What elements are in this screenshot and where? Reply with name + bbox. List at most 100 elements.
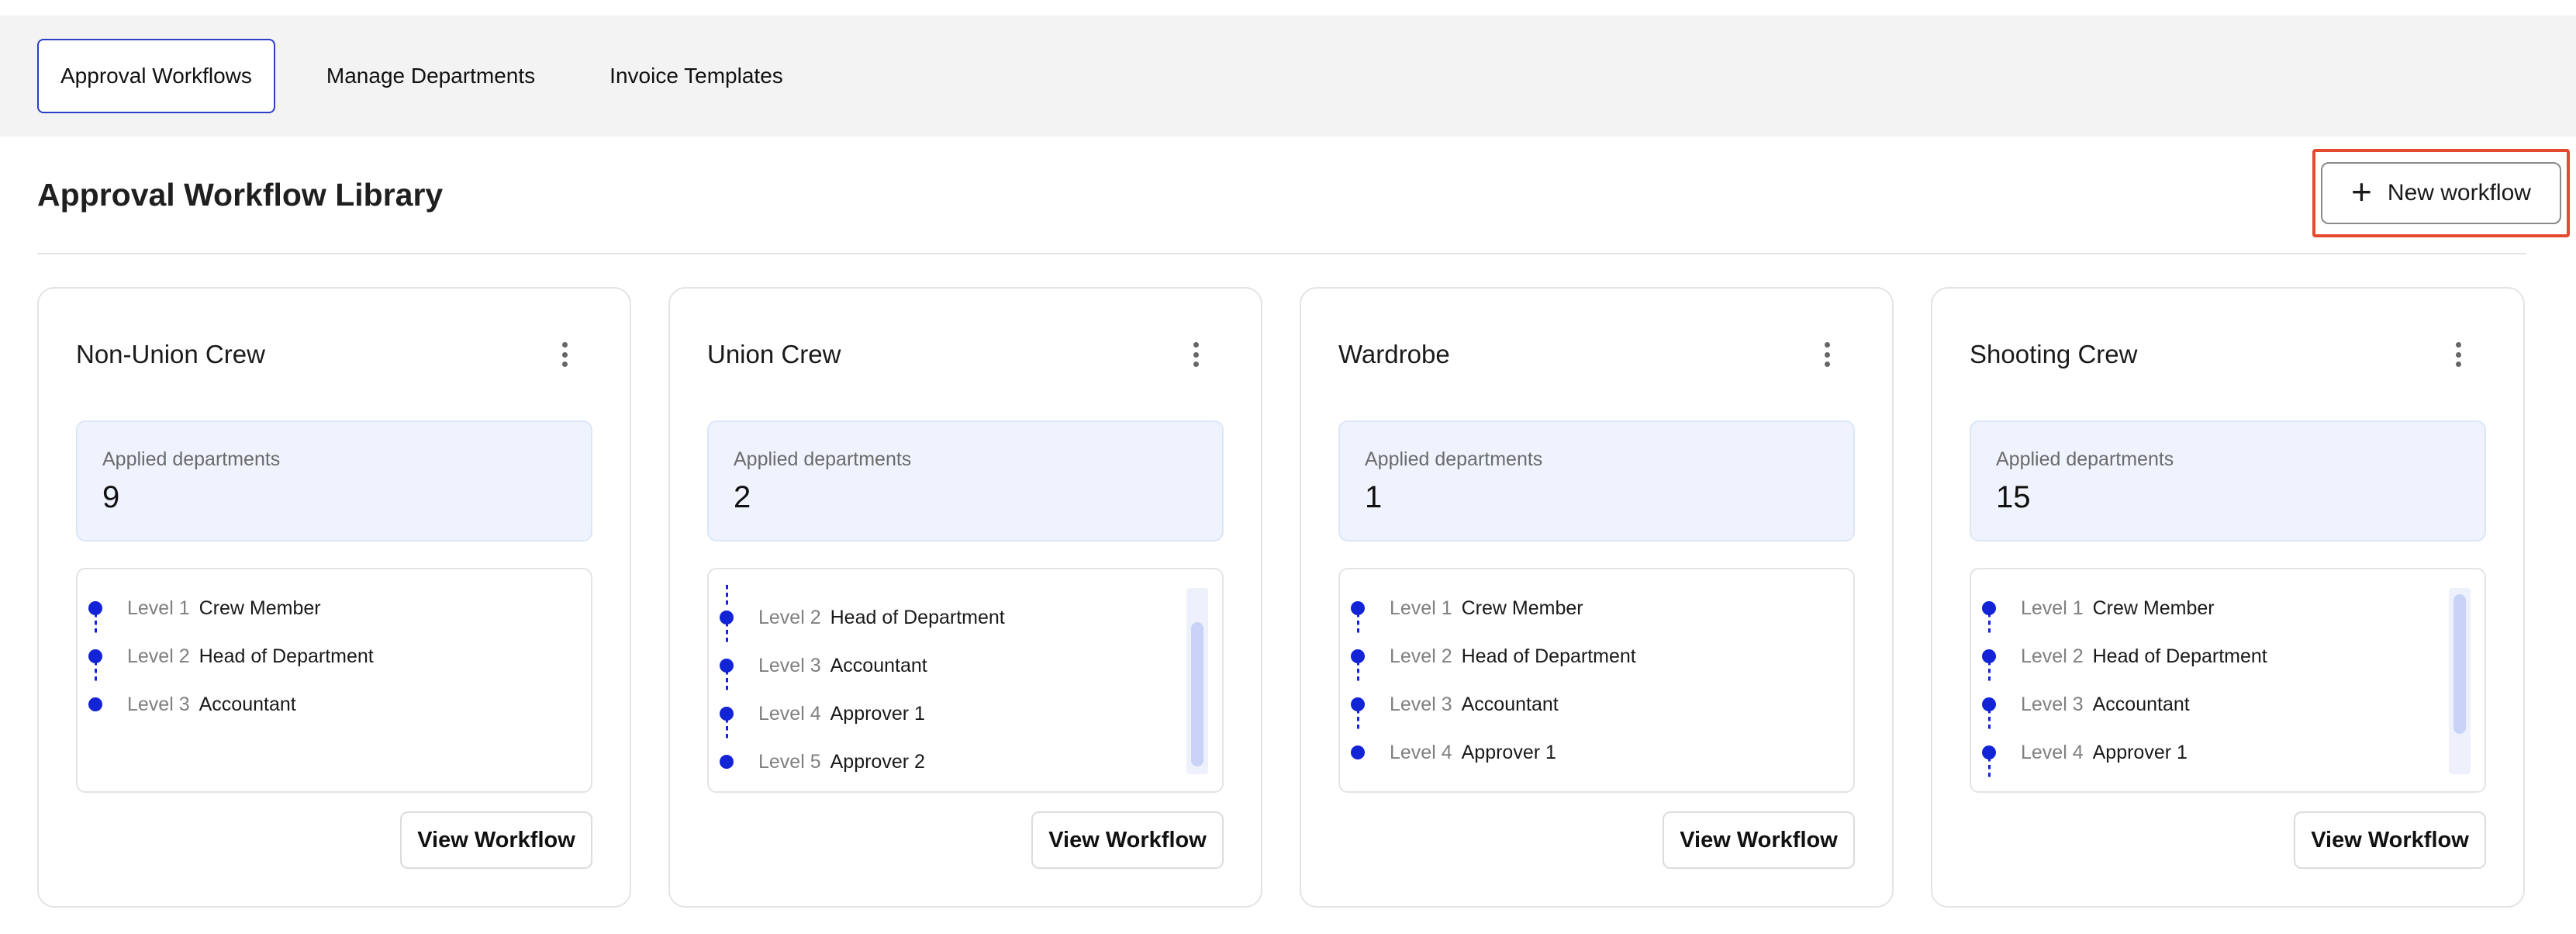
level-dot-icon	[1351, 649, 1365, 663]
view-workflow-button[interactable]: View Workflow	[1663, 811, 1855, 869]
page-title: Approval Workflow Library	[37, 176, 444, 213]
new-workflow-highlight: + New workflow	[2312, 149, 2570, 237]
level-dot-icon	[720, 707, 734, 721]
applied-departments-label: Applied departments	[1365, 448, 1543, 470]
level-dot-icon	[1982, 649, 1996, 663]
tab-manage-departments[interactable]: Manage Departments	[303, 39, 558, 113]
applied-departments-count: 2	[734, 480, 751, 514]
levels-list[interactable]: Level 2 Head of Department Level 3 Accou…	[707, 568, 1224, 793]
scrollbar-thumb[interactable]	[1191, 622, 1203, 766]
more-options-icon[interactable]	[1819, 339, 1835, 370]
level-row: Level 2 Head of Department	[720, 602, 1005, 633]
level-row: Level 4 Approver 1	[1351, 737, 1556, 768]
card-title: Shooting Crew	[1970, 340, 2138, 368]
applied-departments-count: 15	[1996, 480, 2031, 514]
card-title: Union Crew	[707, 340, 841, 368]
level-number: Level 4	[2021, 741, 2084, 763]
workflow-card-non-union-crew: Non-Union Crew Applied departments 9 Lev…	[37, 287, 631, 908]
plus-icon: +	[2351, 171, 2372, 212]
more-options-icon[interactable]	[1188, 339, 1203, 370]
level-dot-icon	[1351, 697, 1365, 711]
level-row: Level 2 Head of Department	[1982, 641, 2267, 672]
level-row: Level 2 Head of Department	[1351, 641, 1636, 672]
level-approver: Head of Department	[2092, 645, 2267, 667]
applied-departments-box: Applied departments 1	[1338, 420, 1855, 541]
level-number: Level 1	[2021, 597, 2084, 619]
level-dot-icon	[1982, 745, 1996, 759]
level-number: Level 4	[1390, 741, 1452, 763]
level-approver: Accountant	[1461, 693, 1559, 715]
workflow-card-union-crew: Union Crew Applied departments 2 Level 2…	[668, 287, 1262, 908]
level-approver: Approver 2	[830, 750, 925, 773]
levels-scrollbar[interactable]	[1186, 588, 1208, 774]
level-dot-icon	[88, 649, 102, 663]
level-row: Level 4 Approver 1	[720, 698, 925, 729]
tab-bar: Approval Workflows Manage Departments In…	[0, 16, 2576, 137]
level-row: Level 5 Approver 2	[720, 746, 925, 777]
levels-scrollbar[interactable]	[2449, 588, 2471, 774]
level-row: Level 3 Accountant	[720, 650, 927, 681]
level-number: Level 2	[758, 606, 821, 628]
level-number: Level 4	[758, 702, 821, 725]
level-dot-icon	[1982, 601, 1996, 615]
tab-invoice-templates[interactable]: Invoice Templates	[586, 39, 806, 113]
level-dot-icon	[88, 697, 102, 711]
more-options-icon[interactable]	[2450, 339, 2466, 370]
level-approver: Crew Member	[199, 597, 321, 619]
level-approver: Approver 1	[2092, 741, 2188, 763]
applied-departments-box: Applied departments 15	[1970, 420, 2486, 541]
view-workflow-button[interactable]: View Workflow	[2294, 811, 2486, 869]
level-row: Level 1 Crew Member	[1982, 593, 2215, 624]
level-dot-icon	[720, 755, 734, 769]
level-dot-icon	[88, 601, 102, 615]
level-approver: Crew Member	[2092, 597, 2215, 619]
levels-list: Level 1 Crew Member Level 2 Head of Depa…	[1338, 568, 1855, 793]
level-row: Level 3 Accountant	[88, 689, 296, 720]
workflow-card-wardrobe: Wardrobe Applied departments 1 Level 1 C…	[1300, 287, 1894, 908]
more-options-icon[interactable]	[557, 339, 572, 370]
applied-departments-label: Applied departments	[102, 448, 281, 470]
levels-list: Level 1 Crew Member Level 2 Head of Depa…	[76, 568, 592, 793]
level-approver: Accountant	[2092, 693, 2190, 715]
level-row: Level 3 Accountant	[1351, 689, 1559, 720]
applied-departments-box: Applied departments 9	[76, 420, 592, 541]
level-approver: Head of Department	[1461, 645, 1636, 667]
level-approver: Accountant	[199, 693, 296, 715]
tab-approval-workflows[interactable]: Approval Workflows	[37, 39, 275, 113]
level-number: Level 3	[758, 654, 821, 676]
level-number: Level 2	[1390, 645, 1452, 667]
level-approver: Head of Department	[199, 645, 374, 667]
workflow-cards: Non-Union Crew Applied departments 9 Lev…	[37, 287, 2525, 908]
level-approver: Approver 1	[830, 702, 925, 725]
level-number: Level 5	[758, 750, 821, 773]
level-row: Level 3 Accountant	[1982, 689, 2190, 720]
levels-list[interactable]: Level 1 Crew Member Level 2 Head of Depa…	[1970, 568, 2486, 793]
new-workflow-button[interactable]: + New workflow	[2321, 162, 2561, 224]
level-number: Level 1	[1390, 597, 1452, 619]
view-workflow-button[interactable]: View Workflow	[1031, 811, 1224, 869]
level-approver: Accountant	[830, 654, 927, 676]
applied-departments-label: Applied departments	[734, 448, 912, 470]
level-dot-icon	[720, 611, 734, 624]
level-dot-icon	[1351, 745, 1365, 759]
level-approver: Head of Department	[830, 606, 1005, 628]
card-title: Non-Union Crew	[76, 340, 265, 368]
new-workflow-label: New workflow	[2387, 180, 2531, 206]
level-approver: Crew Member	[1461, 597, 1583, 619]
level-number: Level 1	[127, 597, 190, 619]
level-number: Level 3	[127, 693, 190, 715]
level-dot-icon	[720, 659, 734, 673]
card-title: Wardrobe	[1338, 340, 1450, 368]
applied-departments-count: 9	[102, 480, 120, 514]
view-workflow-button[interactable]: View Workflow	[400, 811, 592, 869]
level-number: Level 3	[2021, 693, 2084, 715]
applied-departments-label: Applied departments	[1996, 448, 2174, 470]
level-approver: Approver 1	[1461, 741, 1556, 763]
level-number: Level 2	[127, 645, 190, 667]
scrollbar-thumb[interactable]	[2453, 594, 2466, 734]
level-row: Level 2 Head of Department	[88, 641, 374, 672]
page: Approval Workflows Manage Departments In…	[0, 0, 2576, 934]
applied-departments-count: 1	[1365, 480, 1383, 514]
level-row: Level 4 Approver 1	[1982, 737, 2188, 768]
workflow-card-shooting-crew: Shooting Crew Applied departments 15 Lev…	[1931, 287, 2525, 908]
